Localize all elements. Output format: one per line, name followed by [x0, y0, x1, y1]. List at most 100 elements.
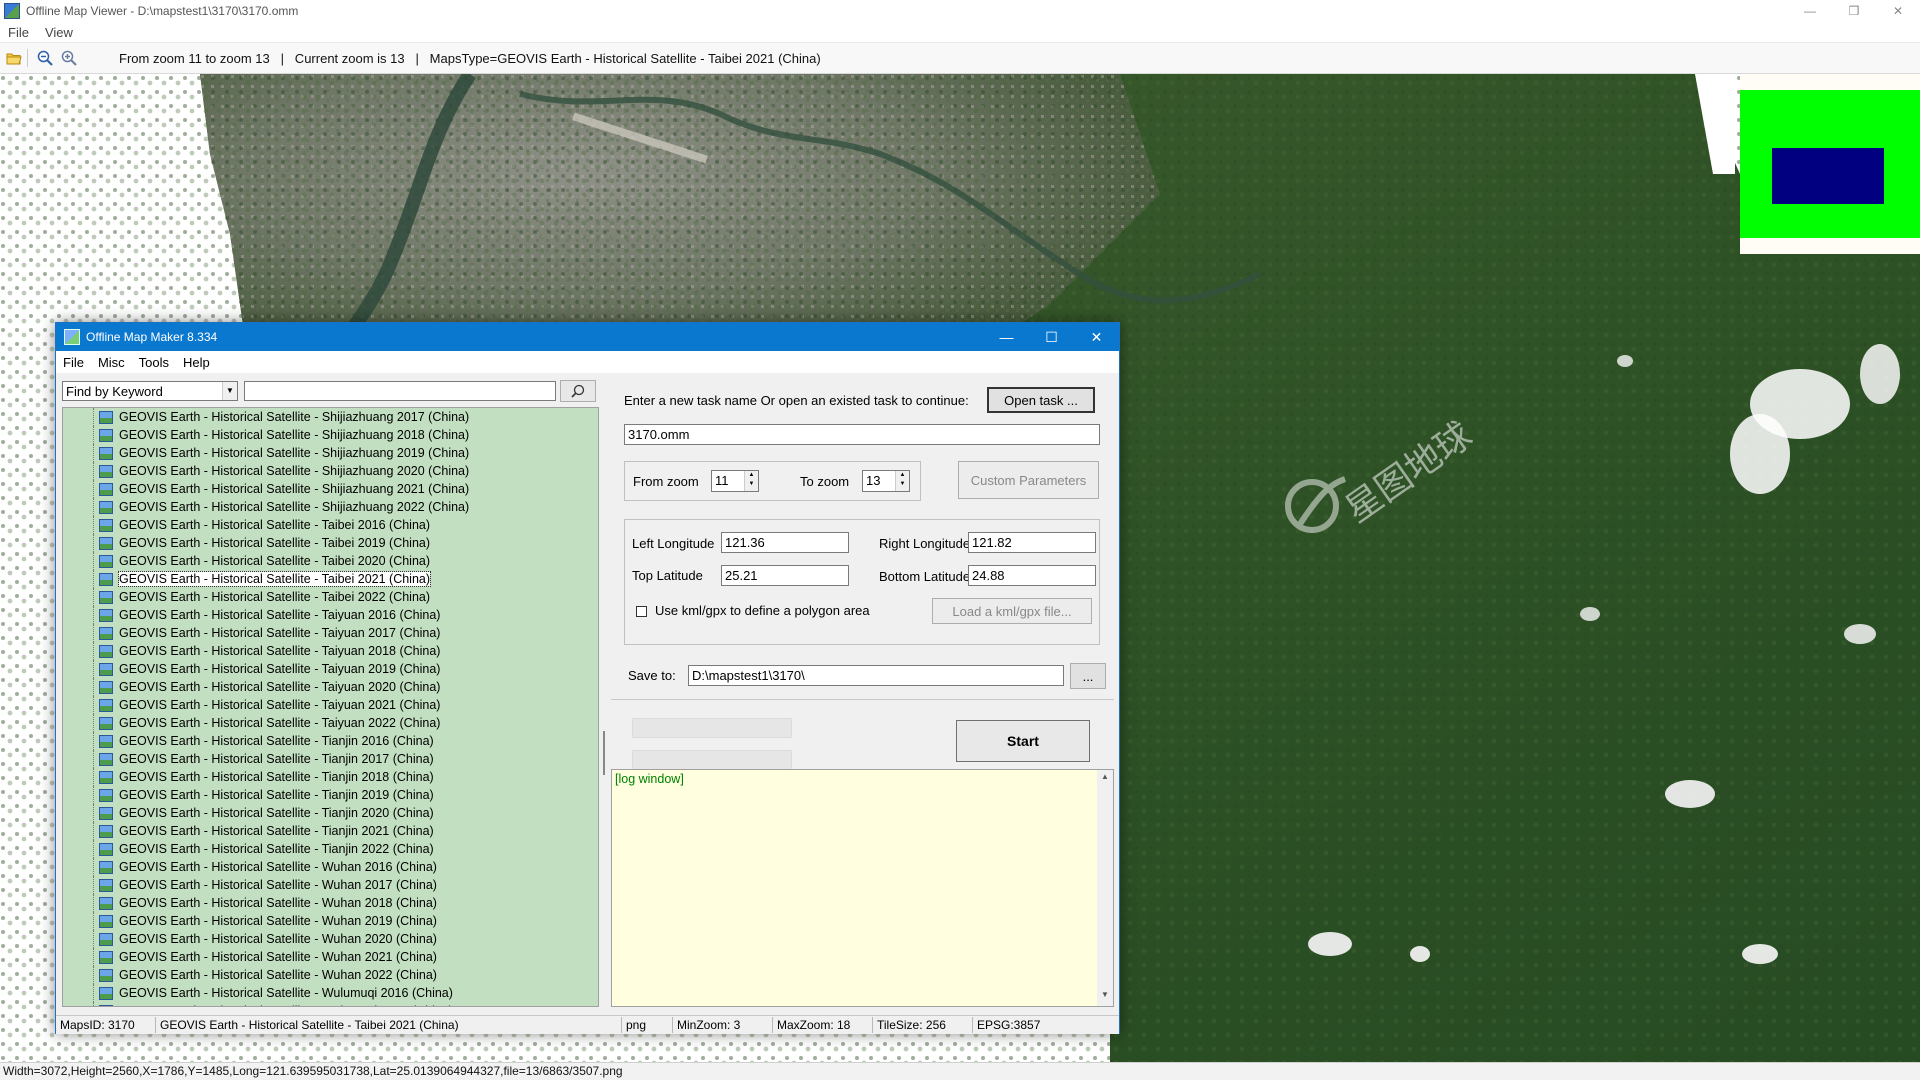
tree-item[interactable]: GEOVIS Earth - Historical Satellite - Wu… [63, 876, 598, 894]
status-epsg: EPSG:3857 [977, 1018, 1041, 1032]
tree-item[interactable]: GEOVIS Earth - Historical Satellite - Wu… [63, 984, 598, 1002]
tree-item-label: GEOVIS Earth - Historical Satellite - Ta… [119, 518, 431, 532]
top-latitude-input[interactable]: 25.21 [721, 565, 849, 586]
spin-up-icon[interactable]: ▲ [896, 471, 909, 480]
log-window[interactable]: [log window] ▲ ▼ [611, 769, 1114, 1007]
spinner-arrows[interactable]: ▲ ▼ [895, 471, 909, 491]
tree-item[interactable]: GEOVIS Earth - Historical Satellite - Wu… [63, 894, 598, 912]
menu-view[interactable]: View [37, 25, 81, 40]
search-button[interactable] [560, 380, 596, 402]
tree-item[interactable]: GEOVIS Earth - Historical Satellite - Ti… [63, 840, 598, 858]
kml-polygon-checkbox[interactable] [636, 606, 647, 617]
right-longitude-input[interactable]: 121.82 [968, 532, 1096, 553]
load-kml-button[interactable]: Load a kml/gpx file... [932, 598, 1092, 624]
spin-up-icon[interactable]: ▲ [745, 471, 758, 480]
tree-item[interactable]: GEOVIS Earth - Historical Satellite - Ti… [63, 822, 598, 840]
tree-item[interactable]: GEOVIS Earth - Historical Satellite - Ta… [63, 588, 598, 606]
tree-item[interactable]: GEOVIS Earth - Historical Satellite - Sh… [63, 408, 598, 426]
tree-item[interactable]: GEOVIS Earth - Historical Satellite - Wu… [63, 948, 598, 966]
search-mode-select[interactable]: Find by Keyword ▼ [62, 381, 238, 401]
tree-item[interactable]: GEOVIS Earth - Historical Satellite - Wu… [63, 1002, 598, 1006]
tree-item[interactable]: GEOVIS Earth - Historical Satellite - Ti… [63, 804, 598, 822]
menu-help[interactable]: Help [176, 355, 217, 370]
tree-item[interactable]: GEOVIS Earth - Historical Satellite - Sh… [63, 480, 598, 498]
close-icon[interactable]: ✕ [1074, 323, 1119, 351]
map-layer-icon [99, 842, 113, 856]
minimap[interactable] [1740, 74, 1920, 254]
scroll-up-icon[interactable]: ▲ [1097, 772, 1113, 786]
map-layer-icon [99, 896, 113, 910]
scroll-down-icon[interactable]: ▼ [1097, 990, 1113, 1004]
save-path-input[interactable]: D:\mapstest1\3170\ [688, 665, 1064, 686]
maximize-icon[interactable]: ☐ [1029, 323, 1074, 351]
task-name-input[interactable]: 3170.omm [624, 424, 1100, 445]
map-layer-icon [99, 464, 113, 478]
open-task-button[interactable]: Open task ... [987, 387, 1095, 413]
status-tile-size: TileSize: 256 [873, 1017, 973, 1033]
search-input[interactable] [244, 381, 556, 401]
left-longitude-input[interactable]: 121.36 [721, 532, 849, 553]
tree-item[interactable]: GEOVIS Earth - Historical Satellite - Ti… [63, 750, 598, 768]
spin-down-icon[interactable]: ▼ [745, 480, 758, 489]
tree-item[interactable]: GEOVIS Earth - Historical Satellite - Ti… [63, 732, 598, 750]
tree-item[interactable]: GEOVIS Earth - Historical Satellite - Ta… [63, 552, 598, 570]
close-icon[interactable]: ✕ [1876, 0, 1920, 22]
pane-splitter[interactable] [601, 377, 609, 1007]
minimize-icon[interactable]: — [984, 323, 1029, 351]
menu-tools[interactable]: Tools [132, 355, 176, 370]
browse-folder-button[interactable]: ... [1070, 663, 1106, 689]
tree-item[interactable]: GEOVIS Earth - Historical Satellite - Ta… [63, 570, 598, 588]
zoom-out-icon[interactable] [35, 48, 55, 68]
tree-item[interactable]: GEOVIS Earth - Historical Satellite - Wu… [63, 912, 598, 930]
tree-item[interactable]: GEOVIS Earth - Historical Satellite - Wu… [63, 966, 598, 984]
tree-item[interactable]: GEOVIS Earth - Historical Satellite - Ta… [63, 696, 598, 714]
spin-down-icon[interactable]: ▼ [896, 480, 909, 489]
tree-item[interactable]: GEOVIS Earth - Historical Satellite - Sh… [63, 462, 598, 480]
tree-item[interactable]: GEOVIS Earth - Historical Satellite - Ta… [63, 660, 598, 678]
open-folder-icon[interactable] [4, 48, 24, 68]
restore-icon[interactable]: ❐ [1832, 0, 1876, 22]
tree-item[interactable]: GEOVIS Earth - Historical Satellite - Ti… [63, 786, 598, 804]
menu-file[interactable]: File [0, 25, 37, 40]
map-layer-icon [99, 608, 113, 622]
custom-parameters-button[interactable]: Custom Parameters [958, 461, 1099, 499]
bottom-latitude-label: Bottom Latitude [879, 569, 971, 584]
tree-guide-line [93, 408, 95, 426]
to-zoom-spinner[interactable]: 13 ▲ ▼ [862, 470, 910, 492]
tree-item[interactable]: GEOVIS Earth - Historical Satellite - Ta… [63, 516, 598, 534]
menu-misc[interactable]: Misc [91, 355, 132, 370]
tree-guide-line [93, 462, 95, 480]
tree-item[interactable]: GEOVIS Earth - Historical Satellite - Ta… [63, 606, 598, 624]
tree-item[interactable]: GEOVIS Earth - Historical Satellite - Sh… [63, 498, 598, 516]
zoom-in-icon[interactable] [59, 48, 79, 68]
bottom-latitude-input[interactable]: 24.88 [968, 565, 1096, 586]
log-scrollbar[interactable]: ▲ ▼ [1097, 770, 1113, 1006]
map-type-tree[interactable]: GEOVIS Earth - Historical Satellite - Sh… [62, 407, 599, 1007]
tree-item[interactable]: GEOVIS Earth - Historical Satellite - Wu… [63, 858, 598, 876]
tree-item[interactable]: GEOVIS Earth - Historical Satellite - Wu… [63, 930, 598, 948]
dialog-window-controls: — ☐ ✕ [984, 323, 1119, 351]
from-zoom-spinner[interactable]: 11 ▲ ▼ [711, 470, 759, 492]
log-window-label: [log window] [615, 772, 684, 786]
chevron-down-icon[interactable]: ▼ [222, 382, 237, 400]
dialog-menubar: File Misc Tools Help [56, 351, 1119, 373]
menu-file[interactable]: File [56, 355, 91, 370]
tree-item[interactable]: GEOVIS Earth - Historical Satellite - Ta… [63, 714, 598, 732]
tree-item[interactable]: GEOVIS Earth - Historical Satellite - Ta… [63, 534, 598, 552]
tree-item[interactable]: GEOVIS Earth - Historical Satellite - Sh… [63, 426, 598, 444]
splitter-grip[interactable] [603, 731, 605, 775]
tree-item[interactable]: GEOVIS Earth - Historical Satellite - Ti… [63, 768, 598, 786]
minimize-icon[interactable]: — [1788, 0, 1832, 22]
dialog-titlebar[interactable]: Offline Map Maker 8.334 — ☐ ✕ [56, 323, 1119, 351]
tree-item[interactable]: GEOVIS Earth - Historical Satellite - Ta… [63, 624, 598, 642]
tree-item[interactable]: GEOVIS Earth - Historical Satellite - Ta… [63, 678, 598, 696]
minimap-view-rect[interactable] [1772, 148, 1884, 204]
tree-item[interactable]: GEOVIS Earth - Historical Satellite - Ta… [63, 642, 598, 660]
status-max-zoom: MaxZoom: 18 [773, 1017, 873, 1033]
tree-item[interactable]: GEOVIS Earth - Historical Satellite - Sh… [63, 444, 598, 462]
start-button[interactable]: Start [956, 720, 1090, 762]
tree-item-label: GEOVIS Earth - Historical Satellite - Sh… [119, 500, 470, 514]
spinner-arrows[interactable]: ▲ ▼ [744, 471, 758, 491]
tree-guide-line [93, 606, 95, 624]
tree-item-label: GEOVIS Earth - Historical Satellite - Ta… [119, 680, 441, 694]
